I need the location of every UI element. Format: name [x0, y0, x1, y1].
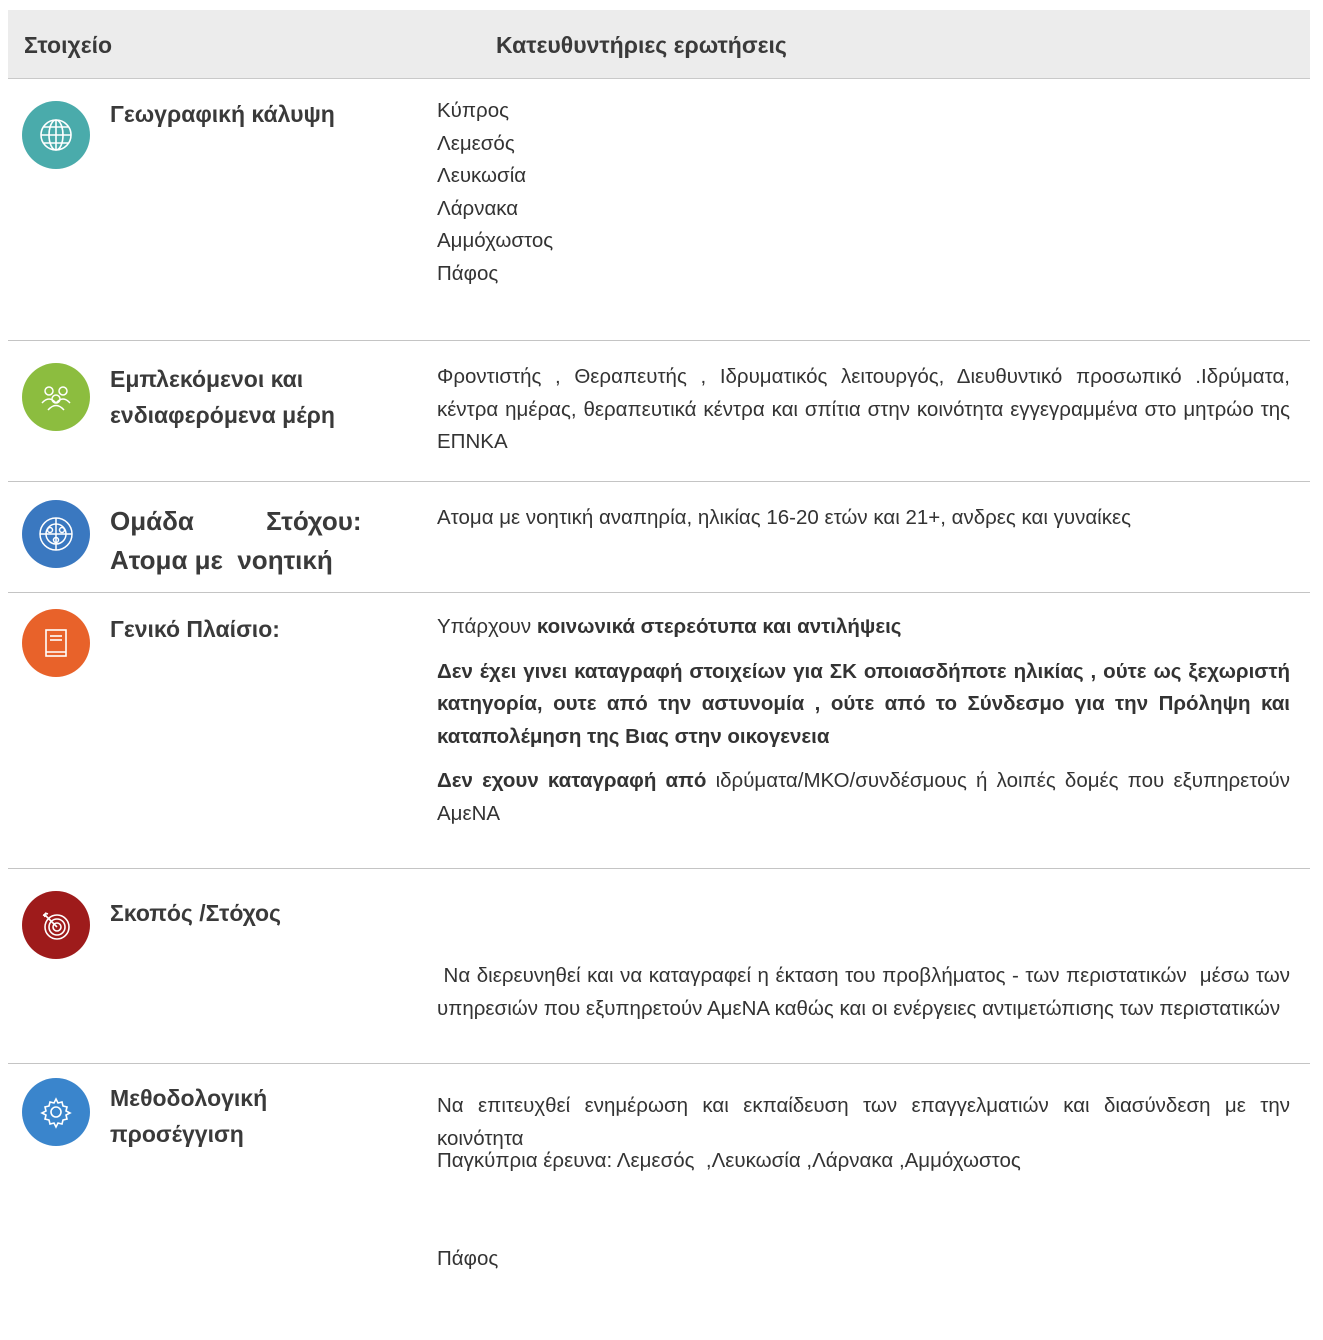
row-content: Ατομα με νοητική αναπηρία, ηλικίας 16-20…	[437, 506, 1131, 529]
row-content: Υπάρχουν κοινωνικά στερεότυπα και αντιλή…	[437, 611, 1290, 842]
table-row-stakeholders: Εμπλεκόμενοι και ενδιαφερόμενα μέρη Φρον…	[8, 341, 1310, 482]
people-group-icon	[22, 363, 90, 431]
target-group-icon	[22, 500, 90, 568]
row-content: Φροντιστής , Θεραπευτής , Ιδρυματικός λε…	[437, 365, 1290, 453]
globe-icon	[22, 101, 90, 169]
methodology-text: Παγκύπρια έρευνα: Λεμεσός ,Λευκωσία ,Λάρ…	[437, 1149, 1021, 1172]
target-arrow-icon	[22, 891, 90, 959]
purpose-text: Να διερευνηθεί και να καταγραφεί η έκτασ…	[437, 964, 1296, 1020]
location-item: Κύπρος	[437, 99, 509, 122]
table-row-purpose: Σκοπός /Στόχος Να διερευνηθεί και να κατ…	[8, 869, 1310, 1150]
row-content: Παγκύπρια έρευνα: Λεμεσός ,Λευκωσία ,Λάρ…	[437, 1080, 1290, 1340]
row-title: Σκοπός /Στόχος	[110, 900, 281, 926]
framework-paragraph: Δεν έχει γινει καταγραφή στοιχείων για Σ…	[437, 659, 1290, 748]
table-row-geographic-coverage: Γεωγραφική κάλυψη Κύπρος Λεμεσός Λευκωσί…	[8, 79, 1310, 341]
table-row-target-group: Ομάδα Στόχου: Ατομα με νοητική Ατομα με …	[8, 482, 1310, 593]
row-title: Ομάδα Στόχου: Ατομα με νοητική	[110, 506, 362, 575]
framework-paragraph: Δεν εχουν καταγραφή από ιδρύματα/ΜΚΟ/συν…	[437, 769, 1290, 825]
location-item: Λευκωσία	[437, 164, 527, 187]
row-title: Γενικό Πλαίσιο:	[110, 616, 280, 642]
location-item: Λάρνακα	[437, 196, 519, 220]
gear-icon	[22, 1078, 90, 1146]
row-title: Μεθοδολογική προσέγγιση	[110, 1085, 268, 1147]
location-item: Πάφος	[437, 261, 499, 285]
location-item: Αμμόχωστος	[437, 229, 554, 252]
table-row-general-framework: Γενικό Πλαίσιο: Υπάρχουν κοινωνικά στερε…	[8, 593, 1310, 869]
header-guiding-questions: Κατευθυντήριες ερωτήσεις	[496, 32, 787, 58]
methodology-text: Πάφος	[437, 1246, 499, 1270]
row-content: Κύπρος Λεμεσός Λευκωσία Λάρνακα Αμμόχωστ…	[437, 95, 1290, 290]
header-element: Στοιχείο	[24, 32, 113, 58]
table-row-methodology: Μεθοδολογική προσέγγιση Παγκύπρια έρευνα…	[8, 1064, 1310, 1270]
table-header: Στοιχείο Κατευθυντήριες ερωτήσεις	[8, 10, 1310, 79]
row-title: Εμπλεκόμενοι και ενδιαφερόμενα μέρη	[110, 366, 335, 428]
book-icon	[22, 609, 90, 677]
location-item: Λεμεσός	[437, 131, 515, 155]
framework-paragraph: Υπάρχουν κοινωνικά στερεότυπα και αντιλή…	[437, 615, 902, 638]
row-title: Γεωγραφική κάλυψη	[110, 101, 335, 127]
